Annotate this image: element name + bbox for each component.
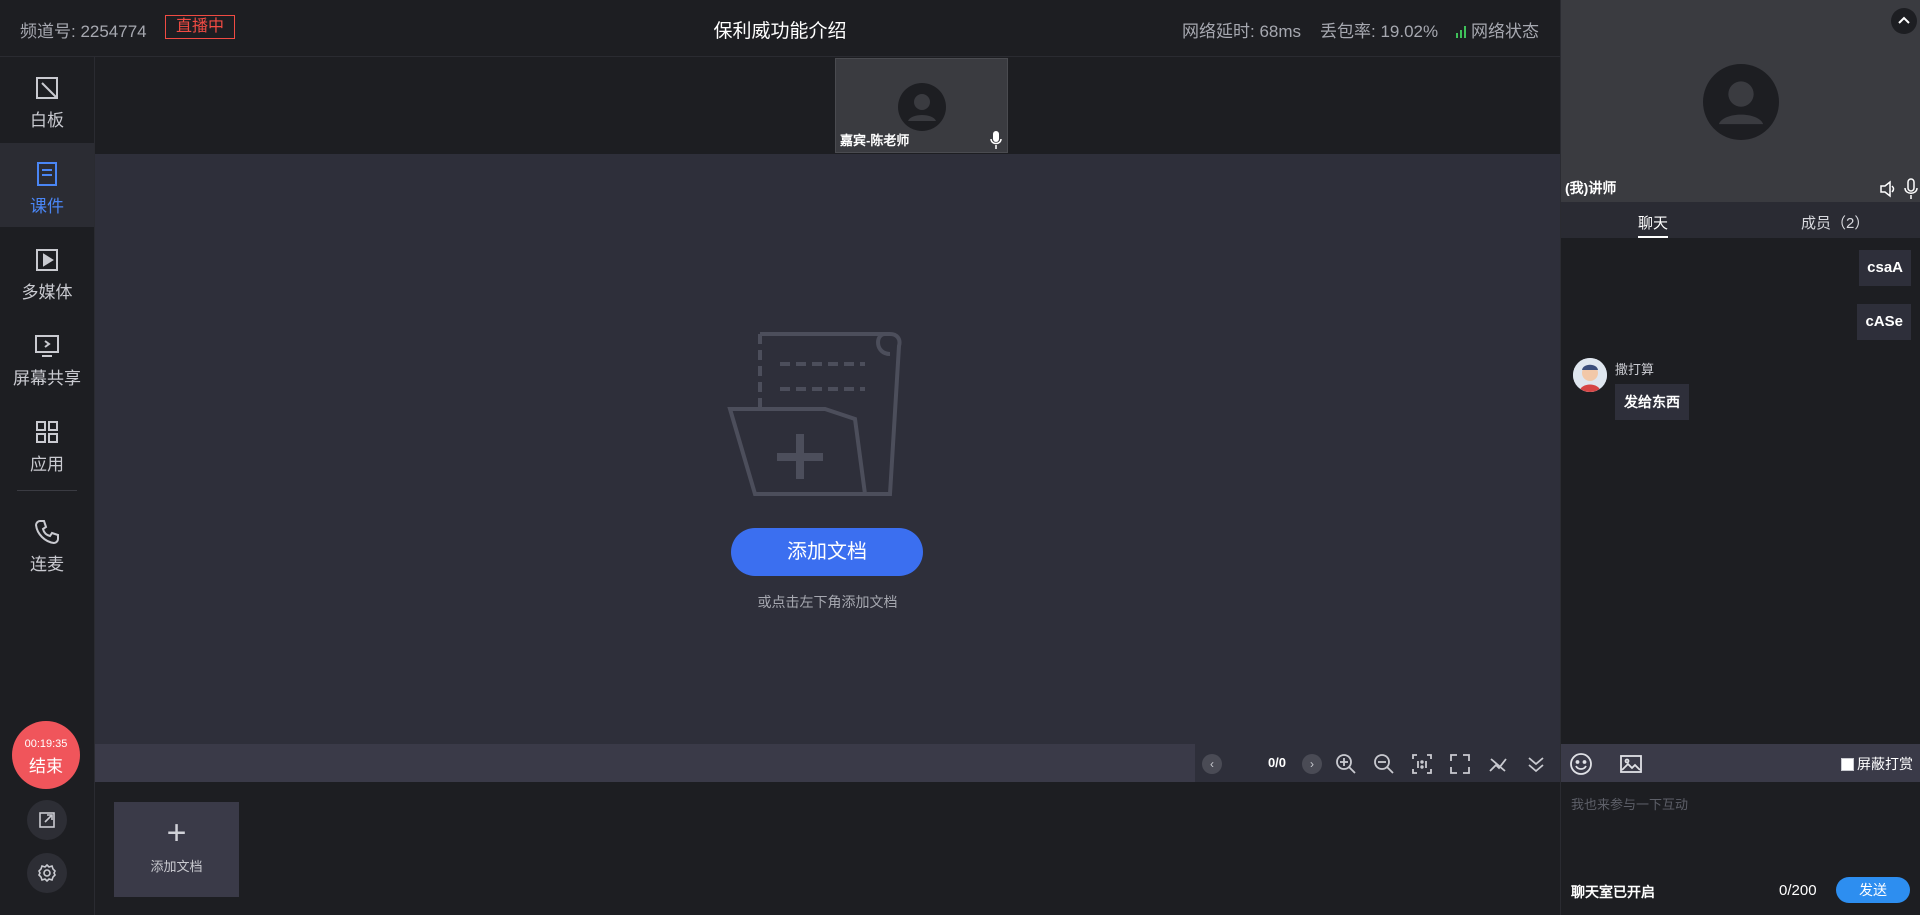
microphone-icon	[990, 131, 1002, 149]
user-avatar	[1573, 358, 1607, 392]
phone-icon	[34, 520, 59, 545]
send-button[interactable]: 发送	[1836, 877, 1910, 903]
sidebar-item-screen-share[interactable]: 屏幕共享	[0, 315, 94, 399]
zoom-out-icon[interactable]	[1373, 753, 1395, 775]
sidebar-divider	[17, 490, 77, 491]
tab-chat-label: 聊天	[1638, 215, 1669, 232]
message-sender: 撒打算	[1615, 362, 1655, 377]
top-bar: 频道号: 2254774 直播中 保利威功能介绍 网络延时: 68ms 丢包率:…	[0, 0, 1560, 57]
page-tools: ‹ 0/0 ›	[1195, 744, 1560, 782]
add-document-hint: 或点击左下角添加文档	[757, 594, 898, 610]
sidebar-item-label: 连麦	[30, 555, 64, 574]
fullscreen-icon[interactable]	[1449, 753, 1471, 775]
app-window: 频道号: 2254774 直播中 保利威功能介绍 网络延时: 68ms 丢包率:…	[0, 0, 1920, 915]
sidebar-item-label: 多媒体	[21, 283, 73, 302]
channel-number: 频道号: 2254774	[20, 22, 147, 41]
sidebar-item-media[interactable]: 多媒体	[0, 229, 94, 313]
add-document-thumb[interactable]: + 添加文档	[114, 802, 239, 897]
chat-messages: csaA cASe 撒打算 发给东西	[1561, 238, 1920, 744]
user-avatar-icon	[898, 83, 946, 131]
courseware-stage: 添加文档 或点击左下角添加文档	[95, 154, 1560, 744]
previous-page-button[interactable]: ‹	[1202, 754, 1222, 774]
video-strip: 嘉宾-陈老师	[95, 57, 1560, 154]
tab-chat[interactable]: 聊天	[1638, 212, 1669, 238]
emoji-icon[interactable]	[1569, 752, 1593, 776]
tab-members[interactable]: 成员（2）	[1801, 212, 1869, 233]
tab-members-label: 成员（2）	[1801, 215, 1870, 232]
image-icon[interactable]	[1619, 752, 1643, 776]
shield-rewards-toggle[interactable]: 屏蔽打赏	[1841, 754, 1913, 774]
sidebar-item-courseware[interactable]: 课件	[0, 143, 94, 227]
chat-footer: 聊天室已开启 0/200 发送	[1561, 877, 1920, 915]
sidebar-item-label: 白板	[30, 111, 64, 130]
live-timer: 00:19:35	[24, 738, 68, 750]
chat-status: 聊天室已开启	[1571, 884, 1655, 900]
end-button-label: 结束	[29, 757, 63, 776]
sidebar-item-label: 课件	[30, 197, 64, 216]
left-sidebar: 白板 课件 多媒体 屏幕共享 应用 连麦 00:19:35 结束	[0, 57, 95, 915]
shield-rewards-label: 屏蔽打赏	[1857, 756, 1913, 772]
chevron-up-icon	[1898, 16, 1910, 24]
zoom-in-icon[interactable]	[1335, 753, 1357, 775]
chat-input-placeholder: 我也来参与一下互动	[1571, 797, 1689, 812]
courseware-icon	[37, 162, 57, 186]
external-link-icon	[39, 812, 55, 828]
chat-input-area[interactable]: 我也来参与一下互动	[1561, 782, 1920, 877]
apps-icon	[36, 421, 58, 443]
screen-share-icon	[35, 335, 59, 357]
my-message: csaA	[1859, 250, 1911, 286]
guest-video-tile[interactable]: 嘉宾-陈老师	[835, 58, 1008, 153]
sidebar-item-whiteboard[interactable]: 白板	[0, 57, 94, 141]
signal-bars-icon	[1456, 26, 1466, 38]
next-page-button[interactable]: ›	[1302, 754, 1322, 774]
page-indicator: 0/0	[1267, 755, 1287, 770]
actual-size-icon[interactable]	[1411, 753, 1433, 775]
whiteboard-icon	[36, 77, 58, 99]
my-message: cASe	[1857, 304, 1911, 340]
sidebar-item-label: 屏幕共享	[13, 369, 81, 388]
add-document-button[interactable]: 添加文档	[731, 528, 923, 576]
media-icon	[36, 249, 58, 271]
network-status-label: 网络状态	[1471, 22, 1539, 41]
document-thumbnails: + 添加文档	[95, 782, 1560, 915]
sidebar-item-mic-link[interactable]: 连麦	[0, 501, 94, 585]
add-document-thumb-label: 添加文档	[150, 859, 203, 874]
user-avatar-icon	[1703, 64, 1779, 140]
gear-icon	[38, 863, 56, 883]
sidebar-item-apps[interactable]: 应用	[0, 401, 94, 485]
right-panel: (我)讲师 聊天 成员（2） csaA cASe 撒打算 发给东西 屏蔽打赏 我…	[1560, 0, 1920, 915]
document-placeholder-icon	[727, 332, 902, 496]
courseware-toolbar: ‹ 0/0 ›	[95, 744, 1560, 782]
network-status[interactable]: 网络状态	[1456, 17, 1539, 42]
network-latency: 网络延时: 68ms	[1182, 22, 1302, 41]
microphone-icon[interactable]	[1903, 178, 1919, 200]
teacher-name: (我)讲师	[1565, 180, 1617, 196]
sidebar-item-label: 应用	[30, 455, 64, 474]
guest-name: 嘉宾-陈老师	[840, 133, 910, 148]
plus-icon: +	[166, 814, 187, 852]
shield-rewards-checkbox[interactable]	[1841, 758, 1854, 771]
collapse-down-icon[interactable]	[1525, 753, 1547, 775]
message-bubble: 发给东西	[1615, 384, 1689, 420]
character-count: 0/200	[1779, 882, 1817, 899]
end-live-button[interactable]: 00:19:35 结束	[12, 721, 80, 789]
annotation-toggle-icon[interactable]	[1487, 753, 1509, 775]
live-status-badge: 直播中	[165, 15, 236, 39]
panel-tabs: 聊天 成员（2）	[1561, 202, 1920, 238]
settings-button[interactable]	[27, 853, 67, 893]
chat-toolbar: 屏蔽打赏	[1561, 744, 1920, 782]
collapse-video-button[interactable]	[1891, 8, 1917, 34]
speaker-icon[interactable]	[1879, 180, 1897, 198]
packet-loss: 丢包率: 19.02%	[1320, 22, 1439, 41]
teacher-video-tile[interactable]: (我)讲师	[1561, 0, 1920, 202]
user-avatar-icon	[1573, 358, 1607, 392]
popout-button[interactable]	[27, 800, 67, 840]
